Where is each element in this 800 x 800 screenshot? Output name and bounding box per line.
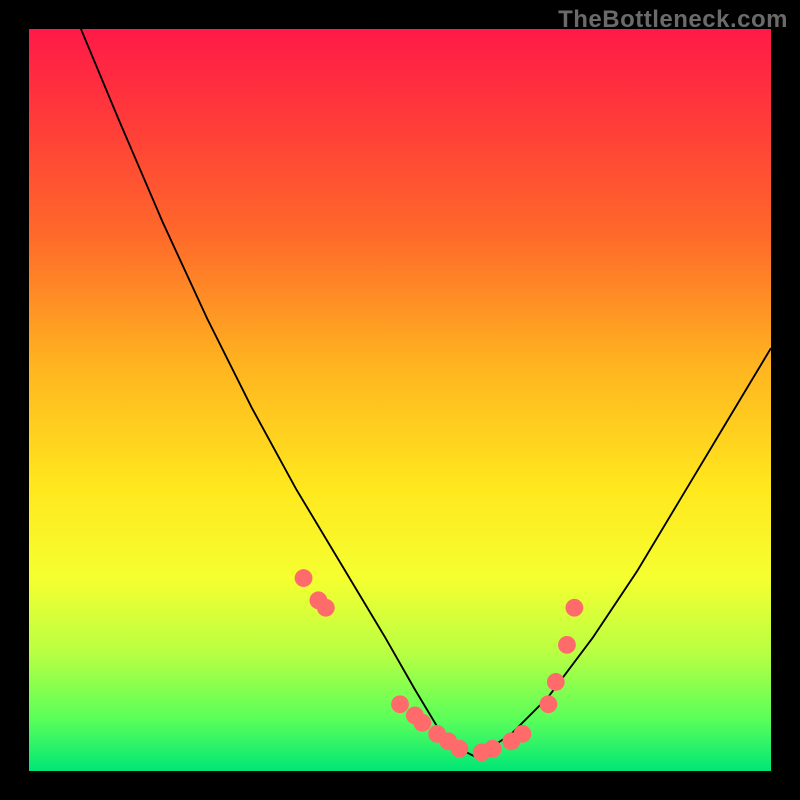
highlighted-point	[406, 706, 424, 724]
highlighted-point	[502, 732, 520, 750]
plot-area	[29, 29, 771, 771]
curve-layer	[29, 29, 771, 771]
highlighted-point	[450, 740, 468, 758]
highlighted-point	[547, 673, 565, 691]
highlighted-point	[317, 599, 335, 617]
highlighted-point	[484, 740, 502, 758]
highlighted-point	[309, 591, 327, 609]
highlighted-point	[558, 636, 576, 654]
highlighted-point	[413, 714, 431, 732]
highlighted-points-group	[295, 569, 584, 761]
highlighted-point	[391, 695, 409, 713]
highlighted-point	[428, 725, 446, 743]
chart-frame: TheBottleneck.com	[0, 0, 800, 800]
highlighted-point	[295, 569, 313, 587]
highlighted-point	[514, 725, 532, 743]
highlighted-point	[539, 695, 557, 713]
bottleneck-curve-path	[81, 29, 771, 756]
highlighted-point	[473, 744, 491, 762]
highlighted-point	[565, 599, 583, 617]
highlighted-point	[439, 732, 457, 750]
